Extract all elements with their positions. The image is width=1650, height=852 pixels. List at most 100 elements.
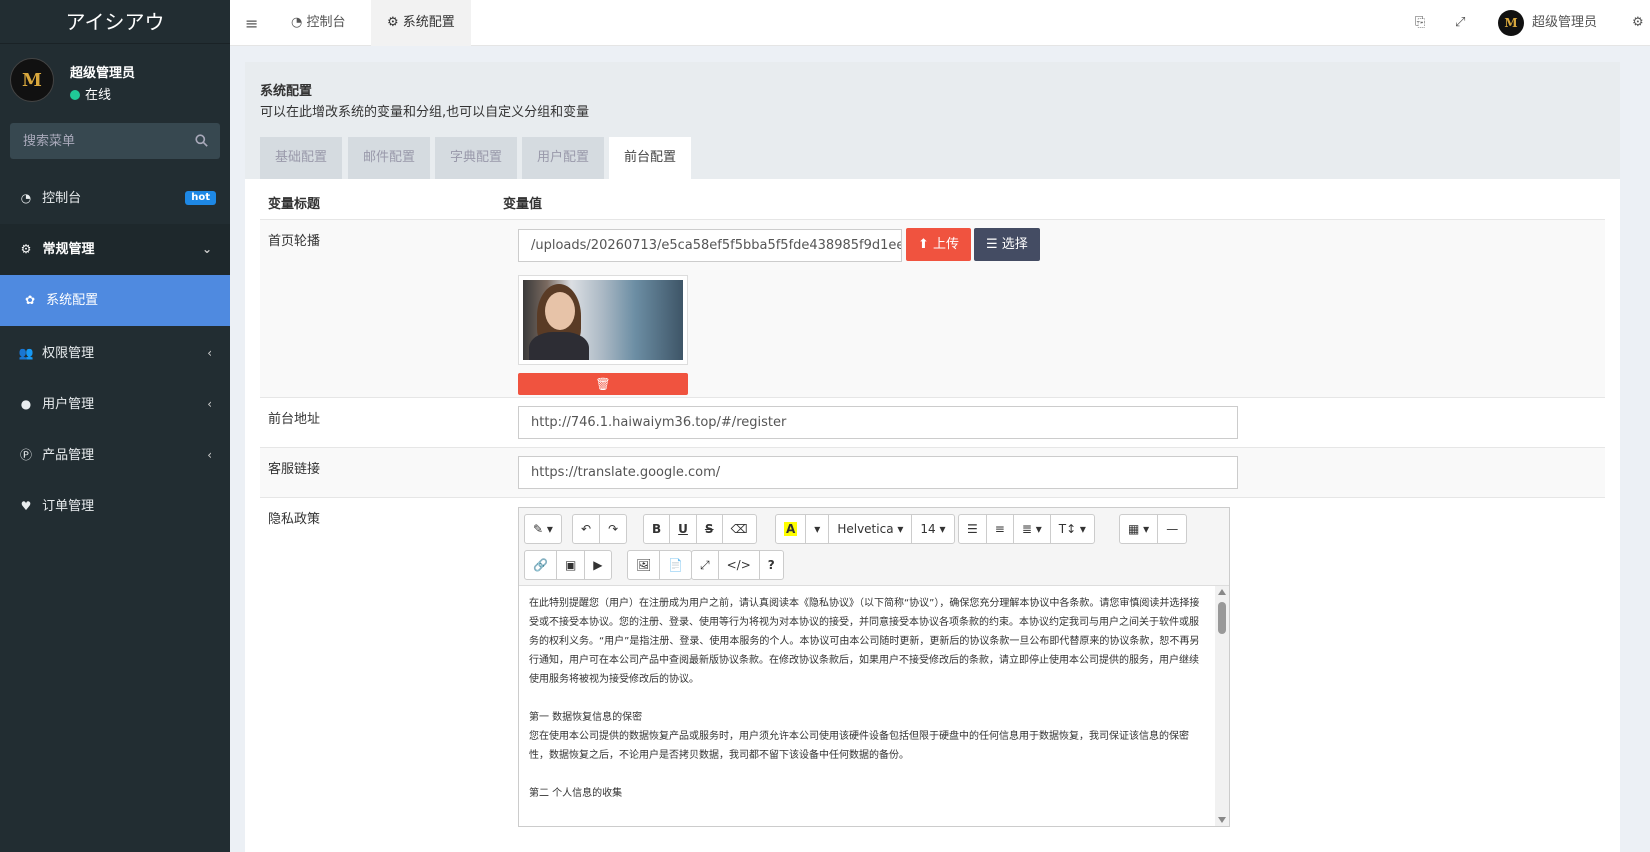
panel-heading: 系统配置 可以在此增改系统的变量和分组,也可以自定义分组和变量 基础配置 邮件配… — [245, 62, 1620, 179]
fullscreen-icon[interactable]: ⤢ — [692, 551, 719, 579]
editor-content[interactable]: 在此特别提醒您（用户）在注册成为用户之前，请认真阅读本《隐私协议》（以下简称“协… — [519, 586, 1213, 826]
cogs-icon: ⚙ — [20, 242, 32, 256]
file-icon[interactable]: 📄 — [660, 551, 691, 579]
page-description: 可以在此增改系统的变量和分组,也可以自定义分组和变量 — [260, 105, 590, 120]
banner-thumbnail[interactable] — [518, 275, 688, 365]
line-height-icon[interactable]: T↕ ▾ — [1051, 515, 1094, 543]
user-panel: M 超级管理员 在线 — [0, 44, 230, 116]
strikethrough-icon[interactable]: S — [697, 515, 723, 543]
tab-frontend-config[interactable]: 前台配置 — [609, 137, 692, 179]
table-row-privacy: 隐私政策 ✎ ▾ ↶ ↷ B U S ⌫ A ▾ Helvetica ▾ 14 … — [260, 497, 1605, 852]
scroll-down-icon[interactable] — [1218, 817, 1226, 823]
service-link-input[interactable] — [518, 456, 1238, 489]
online-dot-icon — [70, 90, 80, 100]
product-icon: Ⓟ — [19, 448, 32, 462]
sidebar-item-general[interactable]: ⚙ 常规管理 ⌄ — [0, 224, 230, 275]
sidebar-item-orders[interactable]: ♥ 订单管理 — [0, 481, 230, 532]
user-menu[interactable]: M 超级管理员 — [1498, 0, 1597, 46]
sidebar-item-dashboard[interactable]: ◔ 控制台 hot — [0, 173, 230, 224]
list-icon: ☰ — [986, 237, 1002, 252]
image-upload-icon[interactable]: 🖼 — [628, 551, 661, 579]
font-color-icon[interactable]: A — [776, 515, 807, 543]
page-title: 系统配置 — [260, 84, 313, 99]
chevron-left-icon: ‹ — [207, 397, 212, 411]
brand-logo[interactable]: アイシアウ — [0, 0, 230, 44]
row-label-service-link: 客服链接 — [268, 462, 321, 477]
table-header: 变量标题 变量值 — [260, 179, 1605, 219]
delete-image-button[interactable]: 🗑 — [518, 373, 688, 395]
sidebar-item-products[interactable]: Ⓟ 产品管理 ‹ — [0, 430, 230, 481]
toolbar-group-para: ☰ ≡ ≣ ▾ T↕ ▾ — [958, 514, 1095, 544]
toolbar-group-style: ✎ ▾ — [524, 514, 562, 544]
settings-icon[interactable]: ⚙ — [1632, 0, 1644, 46]
tab-dashboard[interactable]: ◔ 控制台 — [275, 0, 362, 46]
sidebar-item-system-config[interactable]: ✿ 系统配置 — [0, 275, 230, 326]
table-row-front-url: 前台地址 — [260, 397, 1605, 447]
user-name: 超级管理员 — [70, 66, 136, 81]
avatar: M — [1498, 9, 1524, 36]
row-label-front-url: 前台地址 — [268, 412, 321, 427]
tab-dict-config[interactable]: 字典配置 — [435, 137, 518, 179]
eraser-icon[interactable]: ⌫ — [723, 515, 756, 543]
scroll-thumb[interactable] — [1218, 602, 1226, 634]
scroll-up-icon[interactable] — [1218, 589, 1226, 595]
sidebar: アイシアウ M 超级管理员 在线 ◔ 控制台 hot ⚙ 常规管理 ⌄ ✿ 系统… — [0, 0, 230, 852]
font-size-select[interactable]: 14 ▾ — [912, 515, 953, 543]
editor-paragraph — [529, 765, 1203, 784]
ordered-list-icon[interactable]: ≡ — [987, 515, 1014, 543]
menu-search — [10, 123, 220, 159]
row-label-privacy: 隐私政策 — [268, 512, 321, 527]
chevron-left-icon: ‹ — [207, 346, 212, 360]
toolbar-group-view: ⤢ </> ? — [691, 550, 784, 580]
dashboard-icon: ◔ — [20, 191, 32, 205]
help-icon[interactable]: ? — [760, 551, 783, 579]
search-input[interactable] — [10, 123, 220, 159]
toolbar-group-insert: ▦ ▾ — — [1119, 514, 1188, 544]
row-label-banner: 首页轮播 — [268, 234, 321, 249]
table-icon[interactable]: ▦ ▾ — [1120, 515, 1159, 543]
sidebar-item-permissions[interactable]: 👥 权限管理 ‹ — [0, 328, 230, 379]
editor-paragraph: 在此特别提醒您（用户）在注册成为用户之前，请认真阅读本《隐私协议》（以下简称“协… — [529, 598, 1200, 685]
link-icon[interactable]: 🔗 — [525, 551, 557, 579]
table-row-service-link: 客服链接 — [260, 447, 1605, 497]
picture-icon[interactable]: ▣ — [557, 551, 586, 579]
undo-icon[interactable]: ↶ — [573, 515, 601, 543]
rich-text-editor: ✎ ▾ ↶ ↷ B U S ⌫ A ▾ Helvetica ▾ 14 ▾ ☰ ≡… — [518, 507, 1230, 827]
tab-basic-config[interactable]: 基础配置 — [260, 137, 343, 179]
search-icon[interactable] — [195, 134, 208, 147]
editor-scrollbar[interactable] — [1215, 586, 1229, 826]
horizontal-rule-icon[interactable]: — — [1158, 515, 1186, 543]
align-icon[interactable]: ≣ ▾ — [1014, 515, 1051, 543]
editor-paragraph: 您在使用本公司提供的数据恢复产品或服务时，用户须允许本公司使用该硬件设备包括但限… — [529, 731, 1189, 761]
banner-path-input[interactable] — [518, 229, 902, 262]
video-icon[interactable]: ▶ — [585, 551, 610, 579]
magic-wand-icon[interactable]: ✎ ▾ — [525, 515, 561, 543]
toolbar-group-file: 🖼 📄 — [627, 550, 693, 580]
editor-paragraph: 第一 数据恢复信息的保密 — [529, 712, 643, 723]
translate-icon[interactable]: ⎘ — [1415, 0, 1425, 46]
editor-paragraph — [529, 689, 1203, 708]
editor-paragraph: 第二 个人信息的收集 — [529, 788, 623, 799]
toolbar-group-format: B U S ⌫ — [643, 514, 757, 544]
redo-icon[interactable]: ↷ — [600, 515, 626, 543]
tab-user-config[interactable]: 用户配置 — [522, 137, 605, 179]
upload-button[interactable]: ⬆ 上传 — [906, 228, 972, 261]
fullscreen-icon[interactable]: ⤢ — [1455, 0, 1465, 46]
code-view-icon[interactable]: </> — [719, 551, 760, 579]
heartbeat-icon: ♥ — [20, 499, 32, 513]
font-name-select[interactable]: Helvetica ▾ — [829, 515, 913, 543]
menu-toggle-icon[interactable]: ≡ — [245, 14, 258, 33]
underline-icon[interactable]: U — [670, 515, 697, 543]
avatar: M — [10, 58, 54, 102]
choose-button[interactable]: ☰ 选择 — [974, 228, 1040, 261]
hot-badge: hot — [185, 191, 216, 205]
font-color-dropdown[interactable]: ▾ — [806, 515, 830, 543]
tab-mail-config[interactable]: 邮件配置 — [348, 137, 431, 179]
bold-icon[interactable]: B — [644, 515, 671, 543]
user-circle-icon: ● — [20, 397, 32, 411]
unordered-list-icon[interactable]: ☰ — [959, 515, 987, 543]
tab-system-config[interactable]: ⚙ 系统配置 — [371, 0, 471, 46]
gear-icon: ⚙ — [387, 15, 403, 30]
front-url-input[interactable] — [518, 406, 1238, 439]
sidebar-item-users[interactable]: ● 用户管理 ‹ — [0, 379, 230, 430]
